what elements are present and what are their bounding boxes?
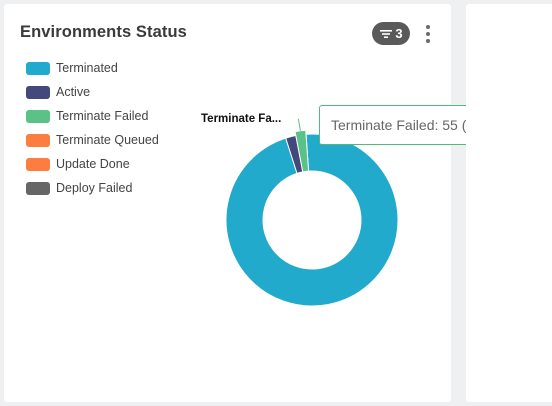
environments-status-card: Environments Status 3 Terminated Active … bbox=[4, 4, 523, 402]
donut-chart[interactable] bbox=[4, 4, 451, 402]
donut-slice-terminated[interactable] bbox=[225, 133, 399, 307]
slice-label-leader-line bbox=[297, 118, 301, 131]
slice-label-terminate-failed: Terminate Fa... bbox=[201, 113, 282, 125]
adjacent-card bbox=[466, 4, 552, 402]
